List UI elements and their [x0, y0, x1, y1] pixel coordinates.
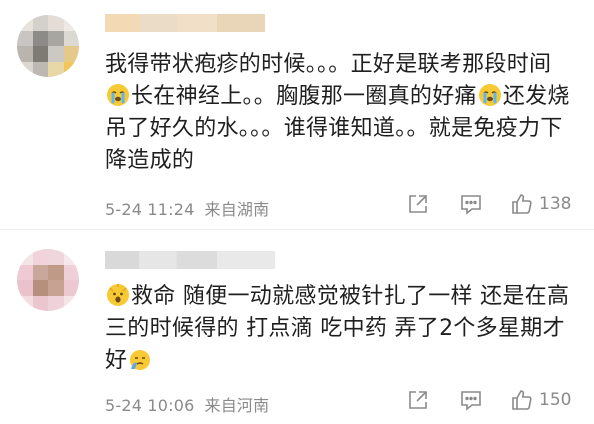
avatar[interactable] [17, 249, 79, 311]
comment-icon [461, 391, 481, 411]
reply-button[interactable] [459, 192, 483, 216]
avatar[interactable] [17, 15, 79, 77]
comment-actions: 150 [0, 386, 594, 416]
comment-text: 救命 随便一动就感觉被针扎了一样 还是在高三的时候得的 打点滴 吃中药 弄了2个… [105, 284, 570, 373]
like-count: 138 [539, 194, 572, 214]
share-button[interactable] [406, 192, 430, 216]
comment-actions: 138 [0, 190, 594, 220]
thumbs-up-icon [512, 390, 532, 410]
share-button[interactable] [406, 388, 430, 412]
username-blurred[interactable] [105, 14, 265, 32]
comment-icon [461, 195, 481, 215]
thumbs-up-icon [512, 194, 532, 214]
crying-face-emoji [107, 84, 129, 106]
crying-face-emoji [478, 84, 501, 106]
like-button[interactable]: 138 [510, 192, 571, 216]
like-button[interactable]: 150 [510, 388, 571, 412]
reply-button[interactable] [459, 388, 483, 412]
share-icon [409, 195, 427, 213]
comment-item: 救命 随便一动就感觉被针扎了一样 还是在高三的时候得的 打点滴 吃中药 弄了2个… [0, 229, 594, 424]
share-icon [409, 391, 427, 409]
username-blurred[interactable] [105, 251, 275, 269]
mind-blown-emoji [107, 284, 129, 306]
comment-item: 我得带状疱疹的时候。。。正好是联考那段时间长在神经上。。胸腹那一圈真的好痛 还发烧… [0, 0, 594, 229]
sad-face-emoji [130, 350, 151, 370]
like-count: 150 [539, 390, 572, 410]
comment-text: 我得带状疱疹的时候。。。正好是联考那段时间长在神经上。。胸腹那一圈真的好痛 还发烧… [105, 52, 570, 173]
